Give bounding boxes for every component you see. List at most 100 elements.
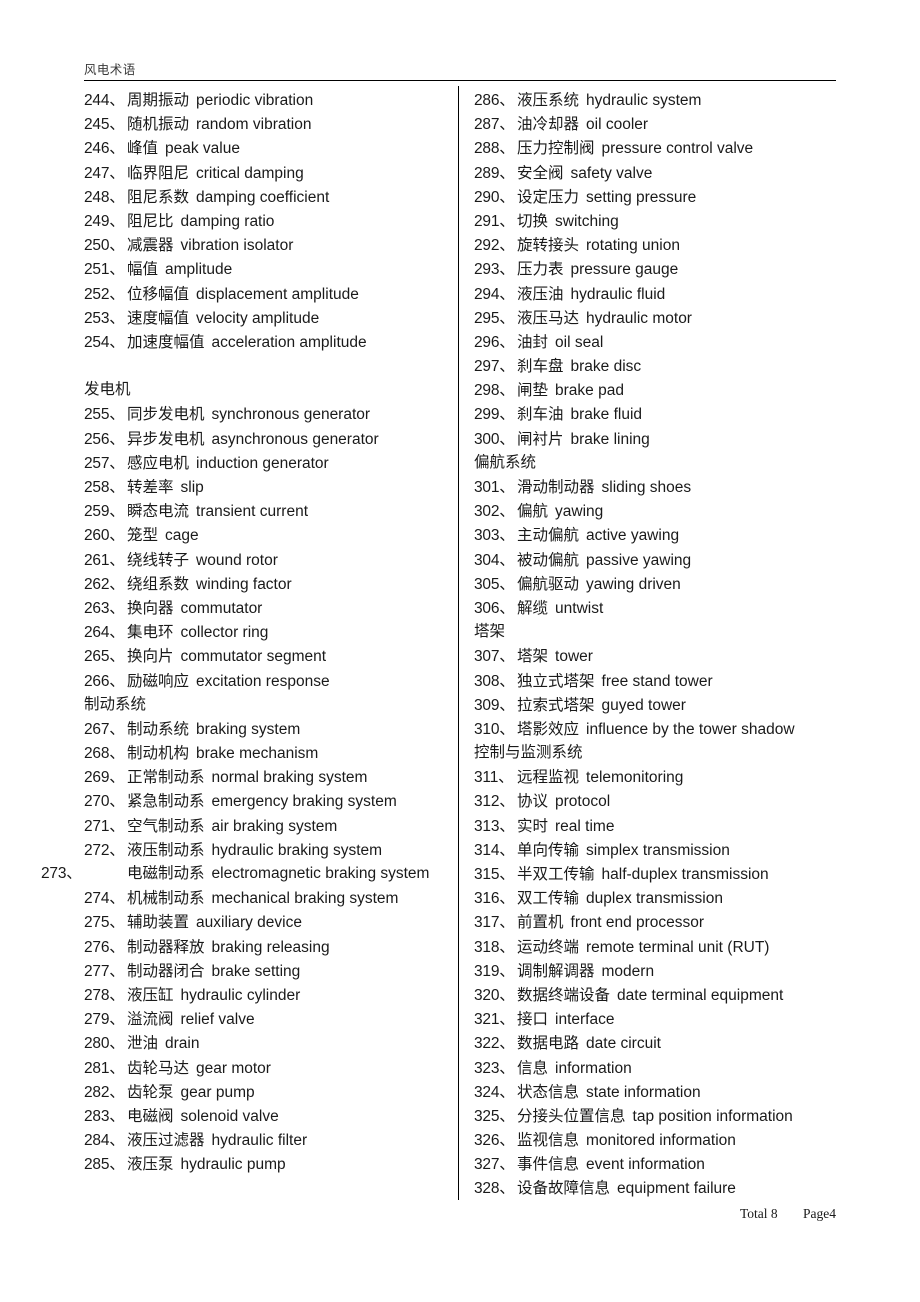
- entry-number: 323、: [474, 1059, 515, 1077]
- glossary-entry: 319、 调制解调器 modern: [474, 959, 846, 983]
- entry-term-en: oil seal: [555, 333, 604, 351]
- entry-term-en: winding factor: [196, 575, 292, 593]
- glossary-entry: 252、 位移幅值 displacement amplitude: [84, 282, 444, 306]
- entry-number: 275、: [84, 914, 125, 932]
- glossary-entry: 321、 接口 interface: [474, 1007, 846, 1031]
- entry-number: 271、: [84, 817, 125, 835]
- entry-term-zh: 协议: [517, 793, 549, 811]
- entry-number: 281、: [84, 1059, 125, 1077]
- entry-number: 301、: [474, 479, 515, 496]
- entry-term-zh: 塔架: [517, 648, 549, 666]
- glossary-entry: 309、 拉索式塔架 guyed tower: [474, 693, 846, 717]
- entry-term-en: oil cooler: [586, 116, 649, 134]
- entry-number: 298、: [474, 382, 515, 400]
- entry-term-en: date terminal equipment: [617, 986, 784, 1004]
- entry-number: 248、: [84, 188, 125, 206]
- entry-term-en: brake lining: [570, 430, 650, 448]
- entry-term-en: collector ring: [180, 624, 269, 642]
- entry-term-zh: 周期振动: [127, 92, 190, 109]
- glossary-entry: 275、 辅助装置 auxiliary device: [84, 910, 444, 934]
- entry-term-en: asynchronous generator: [211, 430, 379, 448]
- glossary-entry: 314、 单向传输 simplex transmission: [474, 838, 846, 862]
- glossary-entry: 246、 峰值 peak value: [84, 136, 444, 160]
- entry-term-en: gear pump: [180, 1083, 255, 1101]
- entry-number: 280、: [84, 1035, 125, 1053]
- entry-term-zh: 双工传输: [517, 890, 580, 908]
- entry-term-en: damping coefficient: [196, 188, 330, 206]
- section-heading: 发电机: [84, 381, 131, 399]
- glossary-entry: 257、 感应电机 induction generator: [84, 451, 444, 475]
- entry-term-zh: 信息: [517, 1059, 549, 1077]
- entry-term-en: safety valve: [570, 164, 653, 182]
- entry-term-zh: 分接头位置信息: [517, 1107, 626, 1125]
- entry-term-zh: 随机振动: [127, 116, 190, 134]
- entry-term-en: hydraulic motor: [586, 309, 692, 327]
- entry-term-en: protocol: [555, 793, 611, 811]
- entry-term-en: brake setting: [211, 962, 301, 980]
- entry-number: 324、: [474, 1083, 515, 1101]
- entry-term-zh: 换向器: [127, 599, 174, 617]
- entry-term-zh: 偏航: [517, 503, 549, 521]
- entry-number: 274、: [84, 890, 125, 908]
- entry-term-en: critical damping: [196, 164, 304, 182]
- entry-term-zh: 异步发电机: [127, 430, 205, 448]
- entry-term-en: emergency braking system: [211, 793, 397, 811]
- entry-number: 292、: [474, 237, 515, 255]
- entry-term-en: yawing driven: [586, 575, 681, 593]
- entry-term-zh: 安全阀: [517, 164, 564, 182]
- entry-number: 264、: [84, 624, 125, 642]
- glossary-entry: 310、 塔影效应 influence by the tower shadow: [474, 717, 846, 741]
- entry-number: 272、: [84, 841, 125, 859]
- glossary-entry: 324、 状态信息 state information: [474, 1080, 846, 1104]
- column-divider-rule: [458, 86, 459, 1200]
- glossary-entry: 245、 随机振动 random vibration: [84, 112, 444, 136]
- glossary-entry: 288、 压力控制阀 pressure control valve: [474, 136, 846, 160]
- glossary-entry: 315、 半双工传输 half-duplex transmission: [474, 862, 846, 886]
- entry-term-zh: 刹车盘: [517, 358, 564, 376]
- entry-number: 320、: [474, 986, 515, 1004]
- section-heading: 塔架: [474, 623, 506, 641]
- glossary-entry: 279、 溢流阀 relief valve: [84, 1007, 444, 1031]
- entry-term-zh: 加速度幅值: [127, 333, 205, 351]
- entry-term-en: guyed tower: [601, 696, 686, 714]
- entry-term-en: interface: [555, 1011, 615, 1029]
- entry-number: 322、: [474, 1035, 515, 1053]
- entry-term-en: hydraulic filter: [211, 1132, 308, 1150]
- glossary-entry: 304、 被动偏航 passive yawing: [474, 548, 846, 572]
- entry-number: 310、: [474, 720, 515, 738]
- entry-number: 311、: [474, 769, 514, 787]
- entry-term-en: vibration isolator: [180, 237, 294, 255]
- document-page: 风电术语 244、 周期振动 periodic vibration 245、 随机振动 r…: [0, 0, 920, 1302]
- glossary-entry: 300、 闸衬片 brake lining: [474, 427, 846, 451]
- glossary-entry: 286、 液压系统 hydraulic system: [474, 88, 846, 112]
- entry-number: 261、: [84, 551, 125, 569]
- glossary-entry: 258、 转差率 slip: [84, 475, 444, 499]
- entry-term-zh: 闸垫: [517, 382, 549, 400]
- entry-term-en: brake disc: [570, 358, 642, 376]
- entry-term-en: modern: [601, 962, 655, 980]
- entry-number: 260、: [84, 527, 125, 545]
- entry-term-zh: 制动机构: [127, 745, 190, 763]
- entry-term-zh: 塔影效应: [517, 720, 580, 738]
- entry-term-en: yawing: [555, 503, 604, 521]
- entry-term-zh: 设定压力: [517, 188, 580, 206]
- glossary-entry: 325、 分接头位置信息 tap position information: [474, 1104, 846, 1128]
- entry-term-zh: 电磁阀: [127, 1107, 174, 1125]
- entry-term-en: gear motor: [196, 1059, 271, 1077]
- entry-number: 328、: [474, 1180, 515, 1198]
- entry-term-en: hydraulic cylinder: [180, 986, 301, 1004]
- entry-number: 296、: [474, 333, 515, 351]
- glossary-entry: 313、 实时 real time: [474, 814, 846, 838]
- entry-number: 297、: [474, 358, 515, 376]
- glossary-entry: 277、 制动器闭合 brake setting: [84, 959, 444, 983]
- footer-total-label: Total 8: [739, 1206, 778, 1221]
- glossary-entry: 303、 主动偏航 active yawing: [474, 523, 846, 547]
- entry-number: 263、: [84, 599, 125, 617]
- entry-number: 312、: [474, 793, 515, 811]
- glossary-entry: 289、 安全阀 safety valve: [474, 161, 846, 185]
- entry-term-zh: 单向传输: [517, 841, 580, 859]
- entry-number: 326、: [474, 1132, 515, 1150]
- entry-number: 318、: [474, 938, 515, 956]
- entry-term-en: air braking system: [211, 817, 338, 835]
- entry-term-zh: 液压系统: [517, 92, 580, 109]
